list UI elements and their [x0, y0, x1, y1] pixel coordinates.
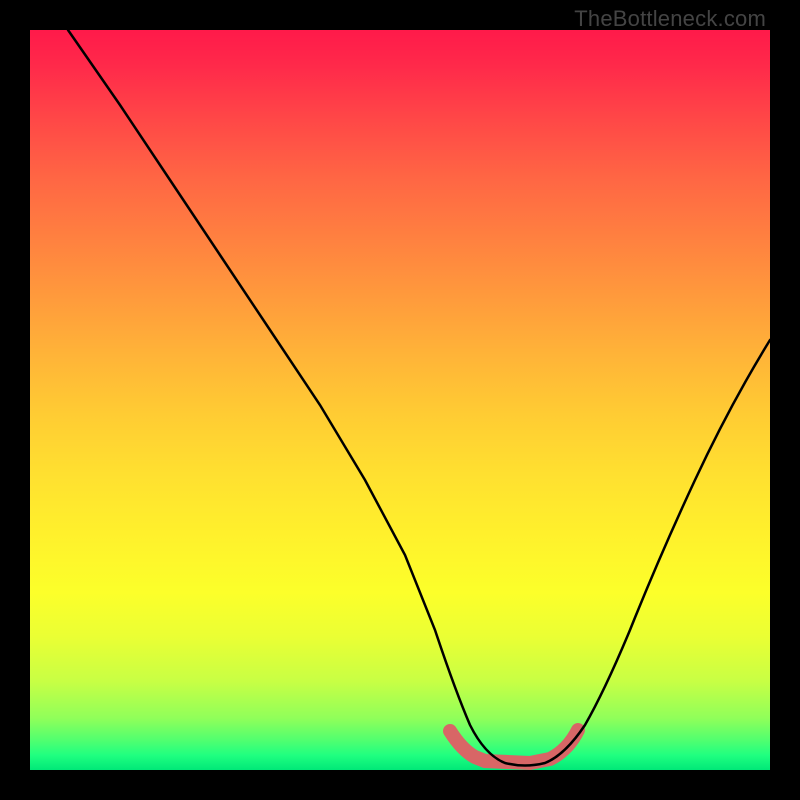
watermark-text: TheBottleneck.com — [574, 6, 766, 32]
chart-svg-layer — [30, 30, 770, 770]
optimal-range-marker — [450, 730, 578, 763]
bottleneck-curve — [68, 30, 770, 766]
